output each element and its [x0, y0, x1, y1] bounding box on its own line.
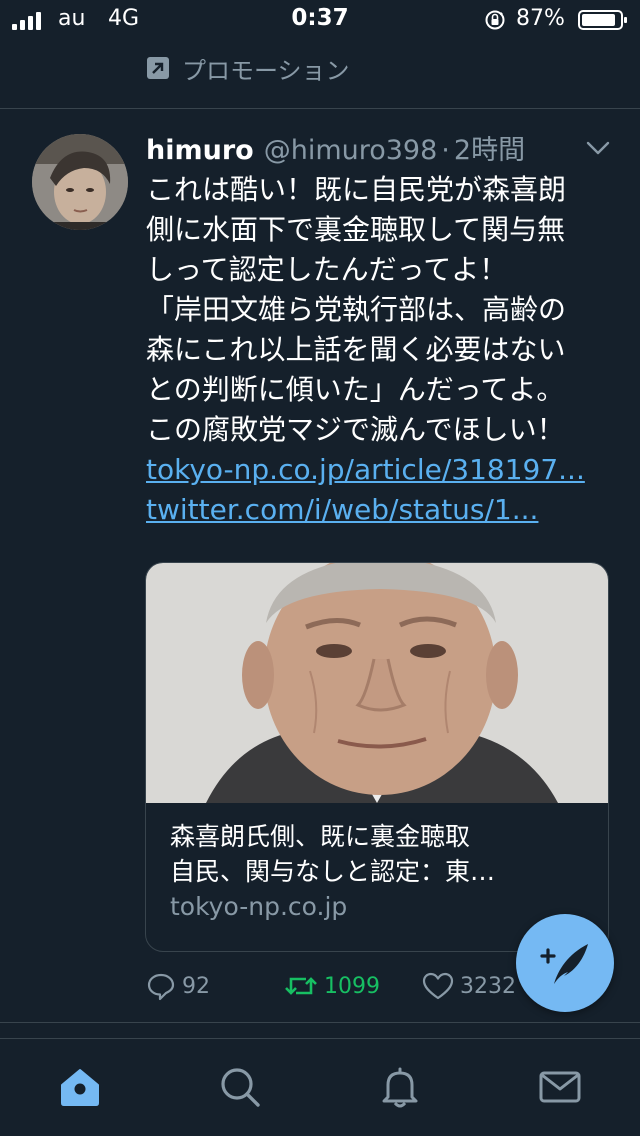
- card-image: [146, 563, 608, 803]
- user-handle[interactable]: @himuro398: [264, 135, 438, 166]
- status-bar: au 4G 0:37 87%: [0, 0, 640, 40]
- like-button[interactable]: 3232: [422, 966, 516, 1006]
- tweet-text-line: 側に水面下で裏金聴取して関与無: [146, 213, 566, 246]
- retweet-button[interactable]: 1099: [284, 966, 380, 1006]
- retweet-icon: [285, 977, 317, 995]
- tweet-timestamp[interactable]: 2時間: [454, 128, 525, 167]
- heart-icon: [422, 972, 454, 1000]
- tweet-text-line: この腐敗党マジで滅んでほしい！: [146, 413, 565, 446]
- home-icon[interactable]: [58, 1065, 102, 1109]
- battery-icon: [578, 10, 627, 30]
- display-name[interactable]: himuro: [146, 135, 254, 166]
- compose-quill-icon: [540, 944, 588, 984]
- tweet-status-link[interactable]: twitter.com/i/web/status/1...: [146, 490, 616, 530]
- compose-tweet-button[interactable]: [516, 914, 614, 1012]
- tweet-body: これは酷い！既に自民党が森喜朗 側に水面下で裏金聴取して関与無 しって認定したん…: [146, 170, 616, 530]
- promoted-label: プロモーション: [182, 56, 350, 85]
- tweet-text-line: との判断に傾いた」んだってよ。: [146, 373, 565, 406]
- messages-envelope-icon[interactable]: [538, 1065, 582, 1109]
- promoted-label-row: プロモーション: [146, 50, 350, 86]
- tweet-divider: [0, 1022, 640, 1023]
- tweet-text-line: 「岸田文雄ら党執行部は、高齢の: [146, 293, 567, 326]
- notifications-bell-icon[interactable]: [378, 1065, 422, 1109]
- tweet-divider: [0, 108, 640, 109]
- avatar[interactable]: [32, 134, 128, 230]
- tweet-text-line: これは酷い！既に自民党が森喜朗: [146, 173, 567, 206]
- twitter-timeline-screen: au 4G 0:37 87% プロモーション himuro @himuro398…: [0, 0, 640, 1136]
- tweet-text-line: しって認定したんだってよ！: [146, 253, 508, 286]
- retweet-count: 1099: [324, 973, 380, 999]
- card-title-line: 自民、関与なしと認定：東…: [170, 857, 496, 886]
- search-icon[interactable]: [218, 1065, 262, 1109]
- card-text: 森喜朗氏側、既に裏金聴取 自民、関与なしと認定：東… tokyo-np.co.j…: [170, 819, 590, 924]
- card-title-line: 森喜朗氏側、既に裏金聴取: [170, 822, 471, 851]
- reply-button[interactable]: 92: [146, 966, 210, 1006]
- promoted-arrow-icon: [147, 57, 169, 79]
- rotation-lock-icon: [485, 10, 505, 30]
- reply-count: 92: [182, 973, 210, 999]
- article-link[interactable]: tokyo-np.co.jp/article/318197...: [146, 450, 616, 490]
- tweet-header: himuro @himuro398 · 2時間: [146, 128, 525, 168]
- battery-percent: 87%: [516, 6, 565, 31]
- avatar-photo: [32, 134, 128, 230]
- like-count: 3232: [460, 973, 516, 999]
- header-separator: ·: [441, 135, 450, 166]
- chevron-down-icon[interactable]: [586, 140, 610, 156]
- tweet-text-line: 森にこれ以上話を聞く必要はない: [146, 333, 566, 366]
- card-domain: tokyo-np.co.jp: [170, 892, 348, 921]
- bottom-tab-bar: [0, 1038, 640, 1136]
- reply-icon: [147, 973, 175, 1001]
- link-preview-card[interactable]: 森喜朗氏側、既に裏金聴取 自民、関与なしと認定：東… tokyo-np.co.j…: [145, 562, 609, 952]
